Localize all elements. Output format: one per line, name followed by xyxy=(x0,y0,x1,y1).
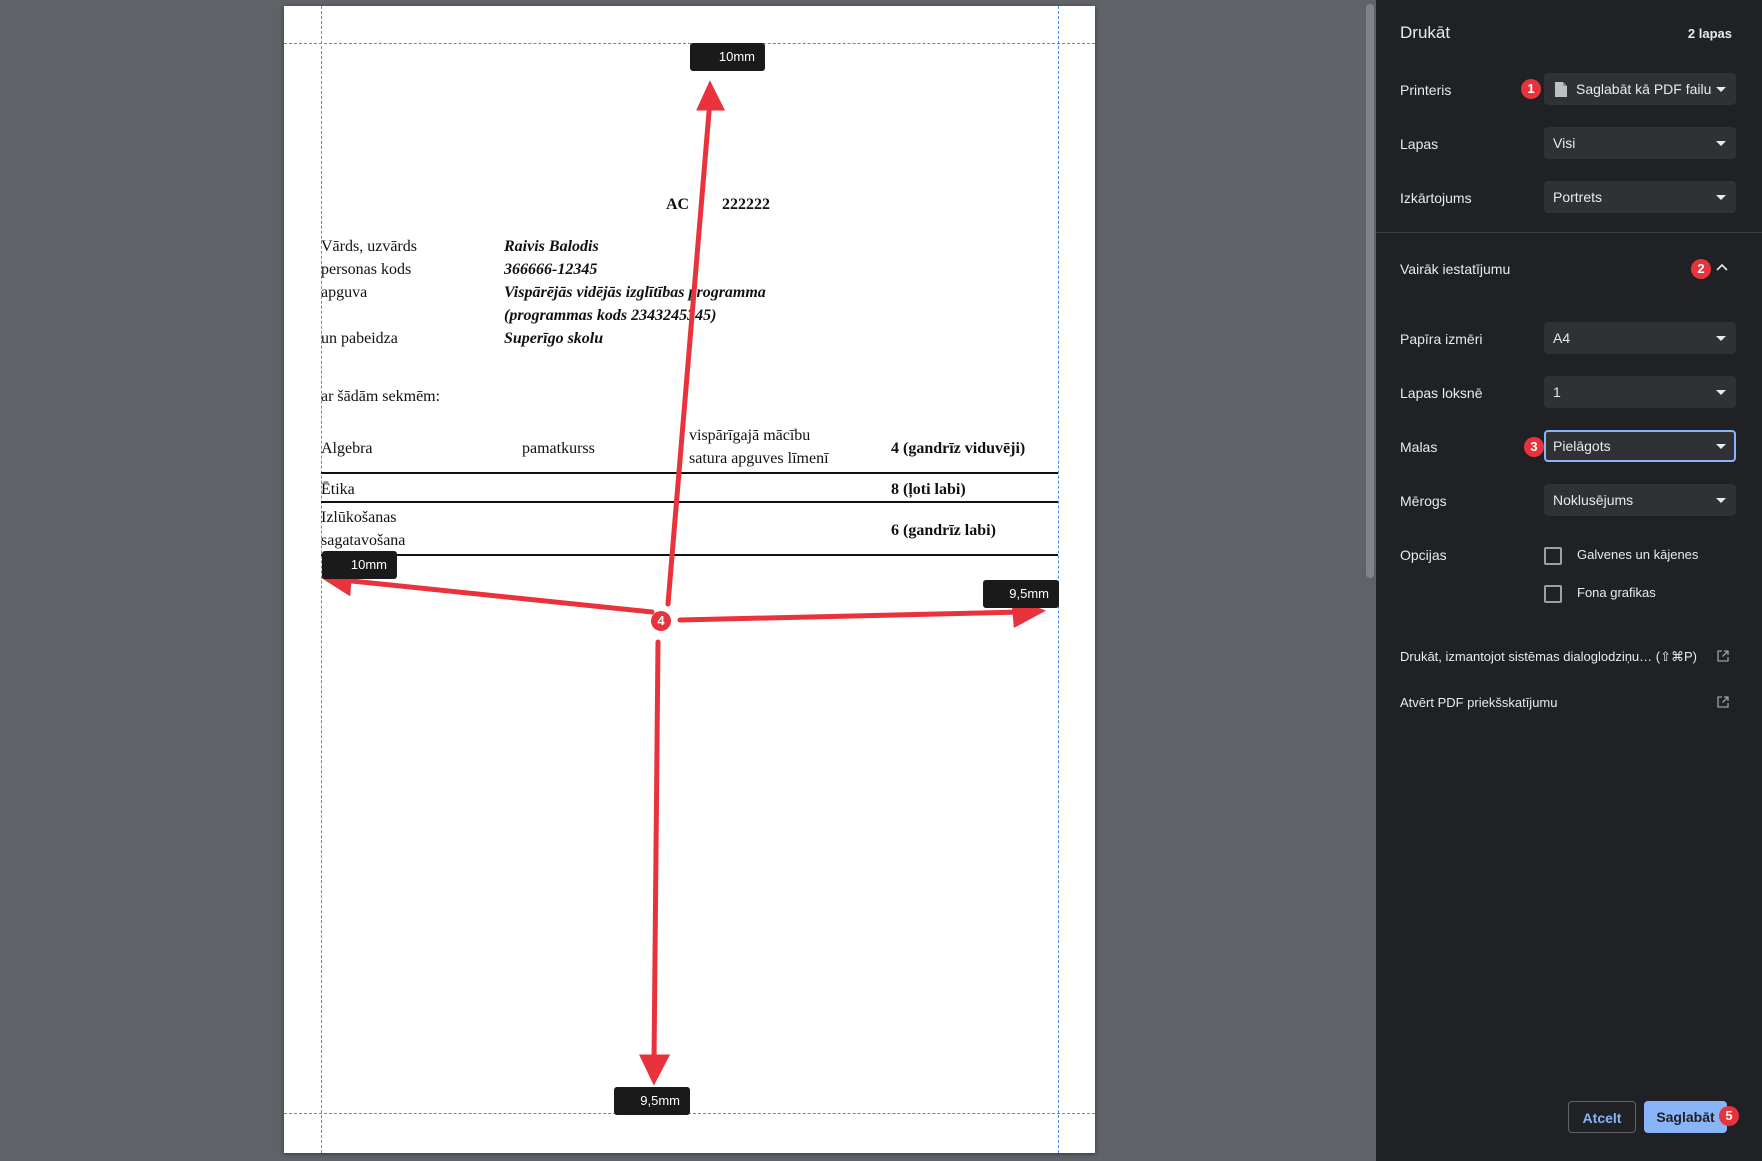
chevron-down-icon xyxy=(1716,87,1726,92)
scale-value: Noklusējums xyxy=(1553,492,1634,508)
headers-footers-label: Galvenes un kājenes xyxy=(1577,547,1699,562)
margins-value: Pielāgots xyxy=(1553,438,1611,454)
open-pdf-link[interactable]: Atvērt PDF priekšskatījumu xyxy=(1376,686,1762,720)
pages-per-sheet-select[interactable]: 1 xyxy=(1544,376,1736,408)
pages-select[interactable]: Visi xyxy=(1544,127,1736,159)
paper-size-select[interactable]: A4 xyxy=(1544,322,1736,354)
layout-label: Izkārtojums xyxy=(1400,190,1472,206)
printer-select[interactable]: Saglabāt kā PDF failu xyxy=(1544,73,1736,105)
more-settings-label: Vairāk iestatījumu xyxy=(1400,261,1511,277)
chevron-up-icon xyxy=(1716,263,1728,271)
print-settings-panel: Drukāt 2 lapas Printeris 1 Saglabāt kā P… xyxy=(1376,0,1762,1161)
arrow-down xyxy=(651,639,661,1065)
pages-per-sheet-label: Lapas loksnē xyxy=(1400,385,1483,401)
document-icon xyxy=(1555,82,1567,97)
callout-badge-2: 2 xyxy=(1691,259,1711,279)
chevron-down-icon xyxy=(1716,141,1726,146)
panel-title: Drukāt xyxy=(1400,23,1451,42)
callout-badge-4: 4 xyxy=(651,611,671,631)
paper-size-value: A4 xyxy=(1553,330,1571,346)
scale-select[interactable]: Noklusējums xyxy=(1544,484,1736,516)
options-label: Opcijas xyxy=(1400,547,1447,563)
section-divider xyxy=(1376,232,1762,233)
pages-value: Visi xyxy=(1553,135,1576,151)
arrow-down-head xyxy=(639,1054,671,1086)
system-dialog-label: Drukāt, izmantojot sistēmas dialoglodziņ… xyxy=(1400,649,1698,664)
chevron-down-icon xyxy=(1716,498,1726,503)
open-pdf-label: Atvērt PDF priekšskatījumu xyxy=(1400,695,1558,710)
margins-label: Malas xyxy=(1400,439,1438,455)
scale-label: Mērogs xyxy=(1400,493,1447,509)
open-external-icon xyxy=(1717,696,1729,708)
system-dialog-link[interactable]: Drukāt, izmantojot sistēmas dialoglodziņ… xyxy=(1376,640,1762,674)
margin-label-left: 10mm xyxy=(322,551,397,579)
page-count: 2 lapas xyxy=(1687,26,1732,41)
save-button[interactable]: Saglabāt xyxy=(1644,1101,1727,1133)
margins-select[interactable]: Pielāgots xyxy=(1544,430,1736,462)
pages-label: Lapas xyxy=(1400,136,1439,152)
layout-select[interactable]: Portrets xyxy=(1544,181,1736,213)
background-graphics-checkbox[interactable] xyxy=(1544,585,1562,603)
margin-label-top: 10mm xyxy=(690,43,765,71)
arrow-up xyxy=(665,97,713,607)
printer-label: Printeris xyxy=(1400,82,1452,98)
arrow-left xyxy=(339,577,655,615)
annotation-arrows xyxy=(320,80,1046,1086)
printer-value: Saglabāt kā PDF failu xyxy=(1576,81,1712,97)
callout-badge-5: 5 xyxy=(1719,1106,1739,1126)
pages-per-sheet-value: 1 xyxy=(1553,384,1561,400)
background-graphics-label: Fona grafikas xyxy=(1577,585,1656,600)
chevron-down-icon xyxy=(1716,390,1726,395)
arrow-up-head xyxy=(696,80,726,111)
arrow-right xyxy=(677,609,1025,623)
margin-label-right: 9,5mm xyxy=(983,580,1059,608)
chevron-down-icon xyxy=(1716,195,1726,200)
layout-value: Portrets xyxy=(1553,189,1603,205)
chevron-down-icon xyxy=(1716,336,1726,341)
callout-badge-3: 3 xyxy=(1524,437,1544,457)
more-settings-toggle[interactable]: Vairāk iestatījumu 2 xyxy=(1376,250,1762,286)
open-external-icon xyxy=(1717,650,1729,662)
cancel-button[interactable]: Atcelt xyxy=(1568,1101,1636,1133)
paper-size-label: Papīra izmēri xyxy=(1400,331,1483,347)
chevron-down-icon xyxy=(1716,444,1726,449)
margin-label-bottom: 9,5mm xyxy=(614,1087,690,1115)
callout-badge-1: 1 xyxy=(1521,79,1541,99)
headers-footers-checkbox[interactable] xyxy=(1544,547,1562,565)
